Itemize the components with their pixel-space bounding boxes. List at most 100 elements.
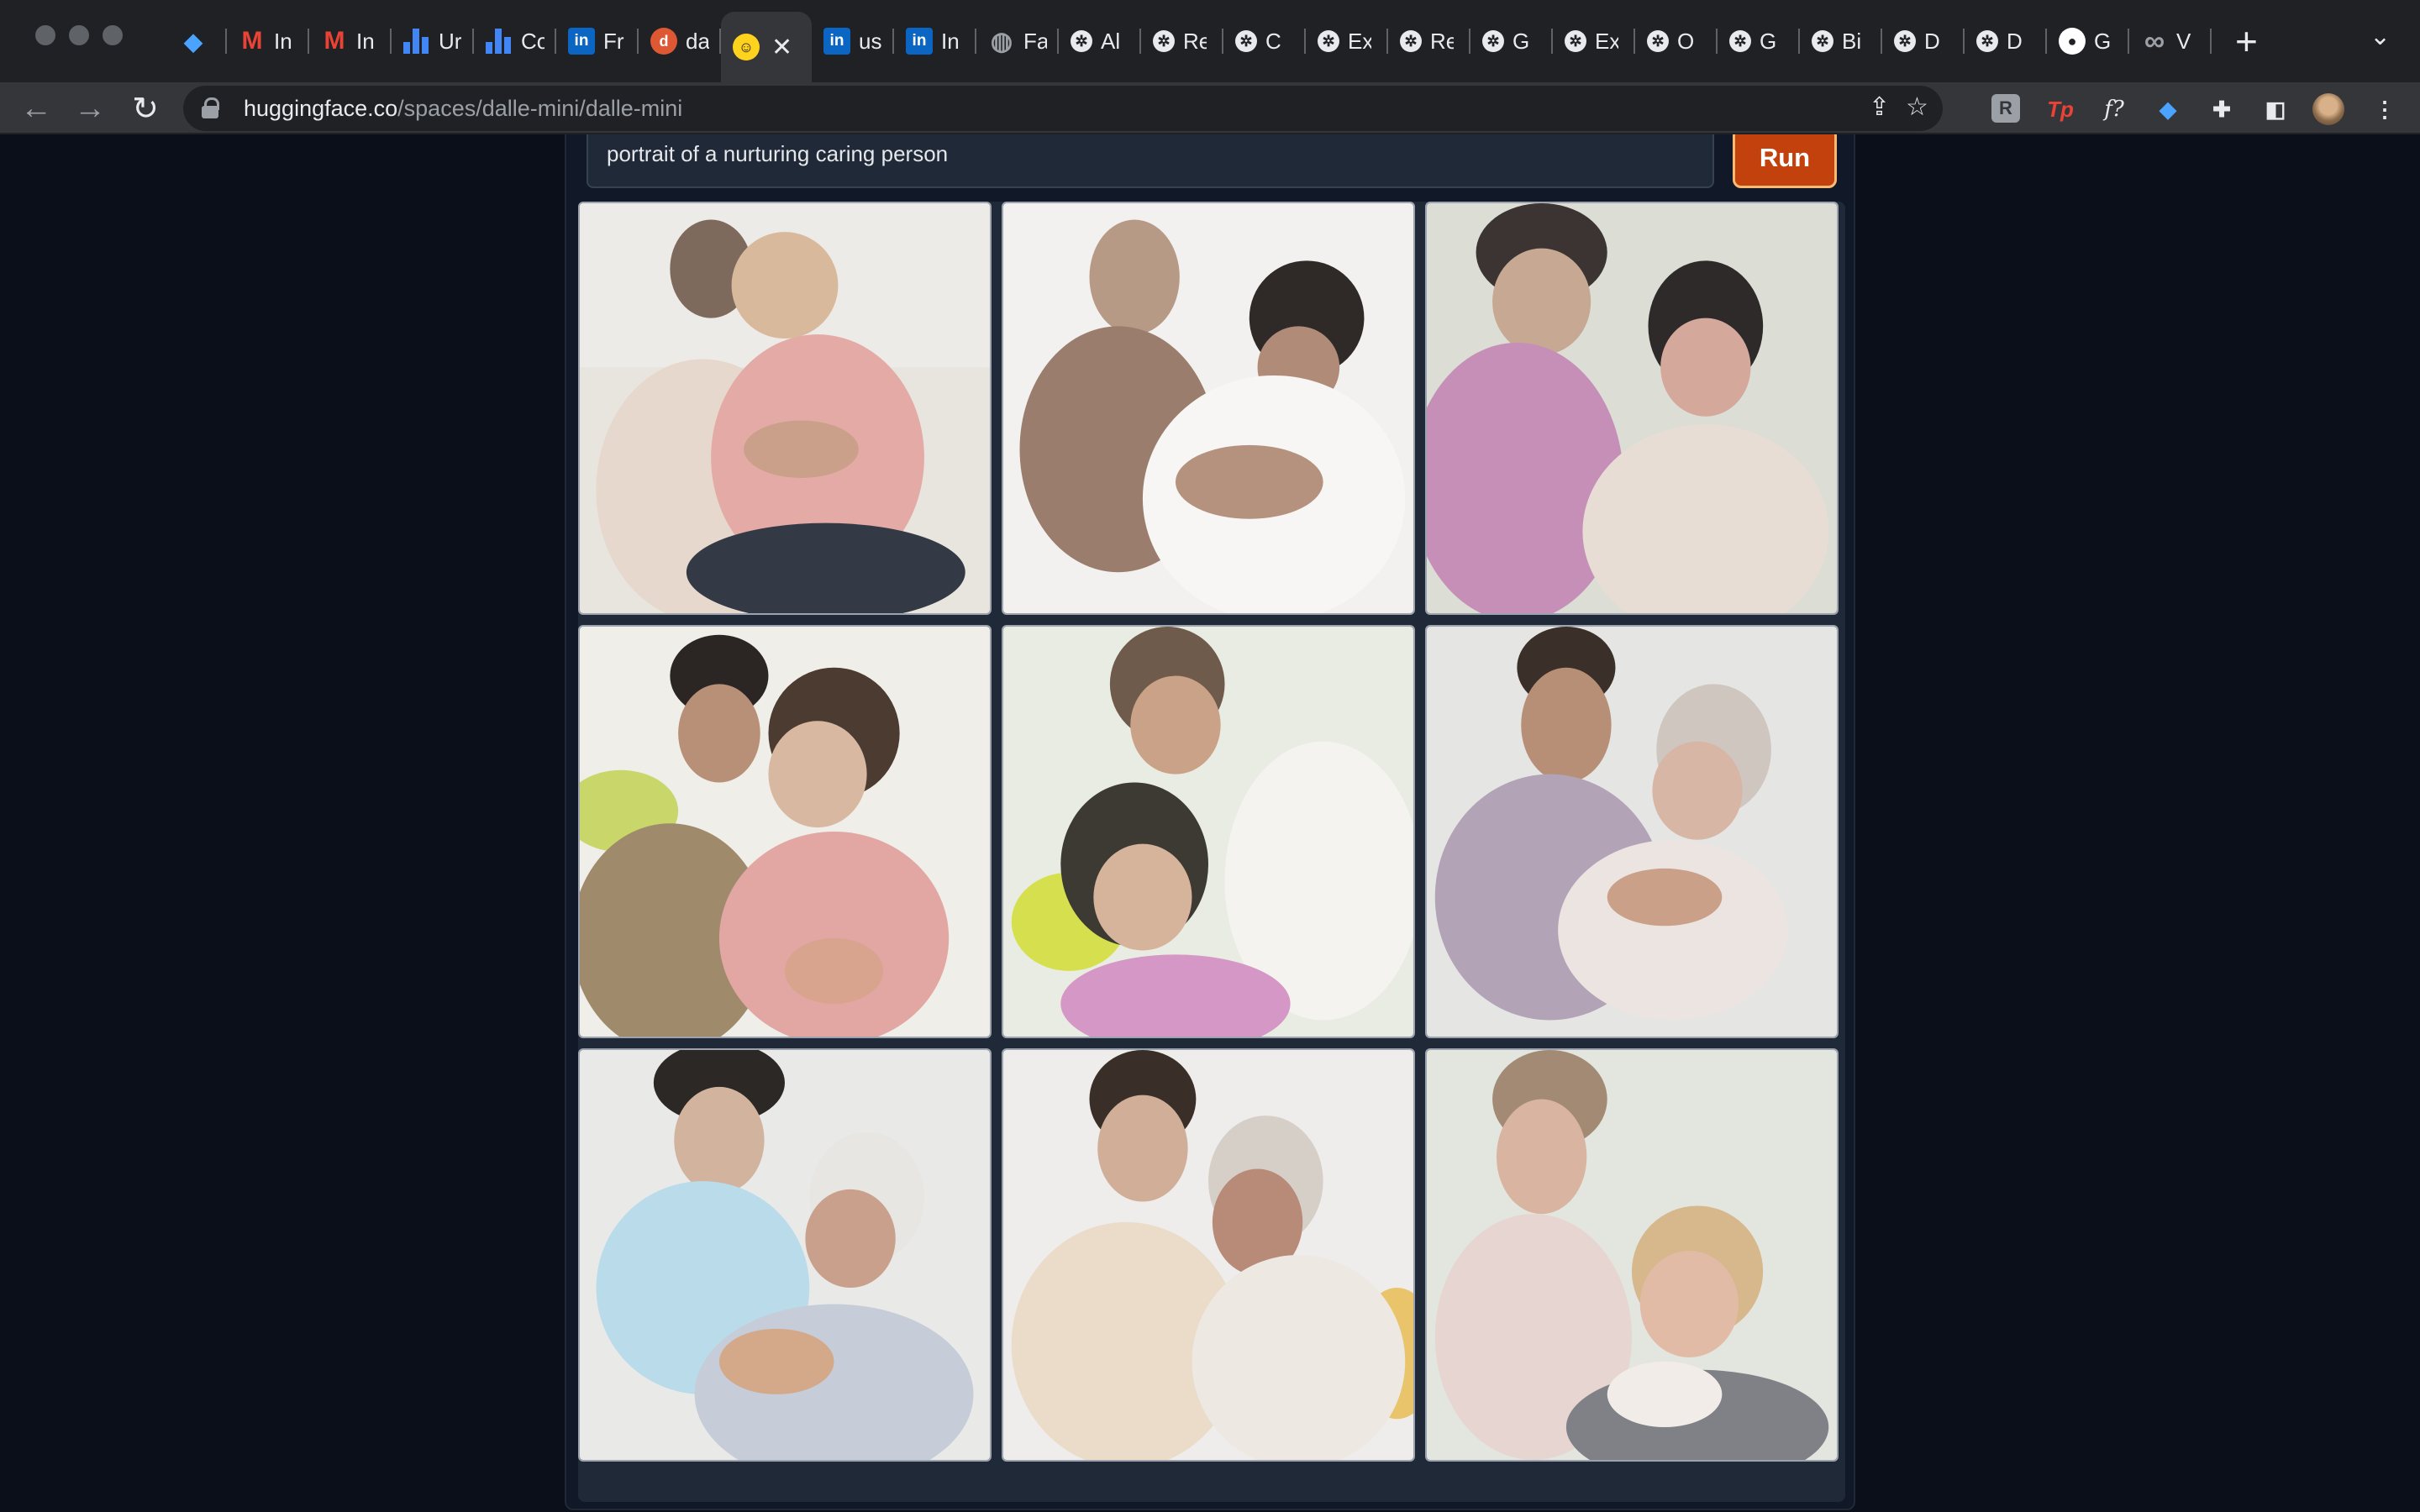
extension-r-icon[interactable]: R — [1991, 94, 2020, 123]
extension-tp-icon[interactable]: Tp — [2045, 94, 2075, 124]
side-panel-icon[interactable]: ◧ — [2260, 94, 2291, 124]
generated-image-9[interactable] — [1425, 1048, 1839, 1462]
tab-5[interactable]: Co — [474, 18, 556, 64]
gear-icon: ✲ — [1976, 30, 1998, 52]
tab-1[interactable]: ◆ — [168, 18, 227, 64]
tab-6[interactable]: in Fr — [556, 18, 639, 64]
tab-title: G — [2094, 28, 2112, 54]
tab-title: C — [1265, 28, 1281, 54]
linkedin-icon: in — [906, 28, 933, 55]
tab-12[interactable]: ✲ Al — [1059, 18, 1141, 64]
forward-button[interactable]: → — [71, 89, 109, 128]
close-window-button[interactable] — [35, 25, 55, 45]
tab-9[interactable]: in us — [812, 18, 894, 64]
back-button[interactable]: ← — [17, 89, 55, 128]
extensions-puzzle-icon[interactable]: ✚ — [2207, 94, 2237, 124]
generated-image-3[interactable] — [1425, 202, 1839, 615]
gear-icon: ✲ — [1400, 30, 1422, 52]
tab-title: Re — [1430, 28, 1454, 54]
tab-title: Re — [1183, 28, 1207, 54]
tab-search-chevron-icon[interactable]: ⌄ — [2370, 22, 2391, 51]
tab-16[interactable]: ✲ Re — [1388, 18, 1470, 64]
gmail-icon: M — [324, 27, 345, 55]
tab-3[interactable]: M In — [309, 18, 392, 64]
gear-icon: ✲ — [1647, 30, 1669, 52]
tab-title: In — [941, 28, 960, 54]
tab-title: Ex — [1348, 28, 1371, 54]
reload-button[interactable]: ↻ — [126, 89, 165, 128]
tab-title: V — [2176, 28, 2191, 54]
maximize-window-button[interactable] — [103, 25, 123, 45]
tab-24[interactable]: ● G — [2047, 18, 2129, 64]
tab-17[interactable]: ✲ G — [1470, 18, 1553, 64]
infinity-icon: ∞ — [2144, 24, 2165, 57]
gear-icon: ✲ — [1729, 30, 1751, 52]
generated-image-1[interactable] — [578, 202, 992, 615]
tab-title: Fr — [603, 28, 624, 54]
bookmark-star-icon[interactable]: ☆ — [1906, 92, 1928, 122]
tab-21[interactable]: ✲ Bi — [1800, 18, 1882, 64]
linkedin-icon: in — [823, 28, 850, 55]
tab-2[interactable]: M In — [227, 18, 309, 64]
generated-image-2[interactable] — [1002, 202, 1415, 615]
tab-title: Co — [521, 28, 544, 54]
tab-7[interactable]: d da — [639, 18, 721, 64]
extension-gem-icon[interactable]: ◆ — [2153, 94, 2183, 124]
extension-fx-icon[interactable]: f? — [2099, 94, 2129, 124]
gear-icon: ✲ — [1482, 30, 1504, 52]
share-icon[interactable]: ⇪ — [1869, 92, 1890, 122]
tab-18[interactable]: ✲ Ex — [1553, 18, 1635, 64]
lock-icon — [202, 97, 220, 119]
tab-title: D — [1924, 28, 1940, 54]
generated-image-8[interactable] — [1002, 1048, 1415, 1462]
gear-icon: ✲ — [1153, 30, 1175, 52]
tab-title: D — [2007, 28, 2023, 54]
minimize-window-button[interactable] — [69, 25, 89, 45]
tab-19[interactable]: ✲ O — [1635, 18, 1718, 64]
tab-10[interactable]: in In — [894, 18, 976, 64]
tab-14[interactable]: ✲ C — [1223, 18, 1306, 64]
analytics-icon — [403, 29, 430, 54]
tab-title: Ur — [439, 28, 462, 54]
github-icon: ● — [2059, 28, 2086, 55]
generated-image-5[interactable] — [1002, 625, 1415, 1038]
browser-toolbar: ← → ↻ huggingface.co/spaces/dalle-mini/d… — [0, 82, 2420, 134]
tab-title: G — [1512, 28, 1530, 54]
linkedin-icon: in — [568, 28, 595, 55]
tab-13[interactable]: ✲ Re — [1141, 18, 1223, 64]
tab-active-dalle-mini[interactable]: ☺ ✕ — [721, 12, 812, 82]
globe-icon: ◍ — [990, 27, 1013, 55]
gear-icon: ✲ — [1071, 30, 1092, 52]
new-tab-button[interactable]: + — [2235, 18, 2258, 64]
run-button[interactable]: Run — [1733, 134, 1837, 188]
gear-icon: ✲ — [1318, 30, 1339, 52]
address-bar[interactable]: huggingface.co/spaces/dalle-mini/dalle-m… — [183, 86, 1943, 131]
gear-icon: ✲ — [1235, 30, 1257, 52]
generated-image-7[interactable] — [578, 1048, 992, 1462]
tab-22[interactable]: ✲ D — [1882, 18, 1965, 64]
arrow-left-icon: ← — [20, 90, 52, 126]
tab-title: Ex — [1595, 28, 1618, 54]
huggingface-icon: ☺ — [733, 34, 760, 60]
prompt-input[interactable]: portrait of a nurturing caring person — [587, 134, 1714, 188]
tab-23[interactable]: ✲ D — [1965, 18, 2047, 64]
kebab-menu-icon[interactable]: ⋮ — [2370, 94, 2400, 124]
tab-title: Al — [1101, 28, 1121, 54]
tab-4[interactable]: Ur — [392, 18, 474, 64]
profile-avatar[interactable] — [2312, 93, 2344, 125]
tab-11[interactable]: ◍ Fa — [976, 18, 1059, 64]
tab-20[interactable]: ✲ G — [1718, 18, 1800, 64]
prompt-text: portrait of a nurturing caring person — [607, 140, 949, 166]
tab-15[interactable]: ✲ Ex — [1306, 18, 1388, 64]
close-tab-icon[interactable]: ✕ — [771, 33, 792, 62]
gear-icon: ✲ — [1565, 30, 1586, 52]
generated-image-6[interactable] — [1425, 625, 1839, 1038]
tab-title: da — [686, 28, 709, 54]
tab-title: In — [356, 28, 375, 54]
gem-icon: ◆ — [184, 28, 203, 55]
tab-title: us — [859, 28, 882, 54]
generated-image-4[interactable] — [578, 625, 992, 1038]
tab-25[interactable]: ∞ V — [2129, 18, 2212, 64]
arrow-right-icon: → — [74, 90, 106, 126]
url-text[interactable]: huggingface.co/spaces/dalle-mini/dalle-m… — [244, 96, 682, 122]
